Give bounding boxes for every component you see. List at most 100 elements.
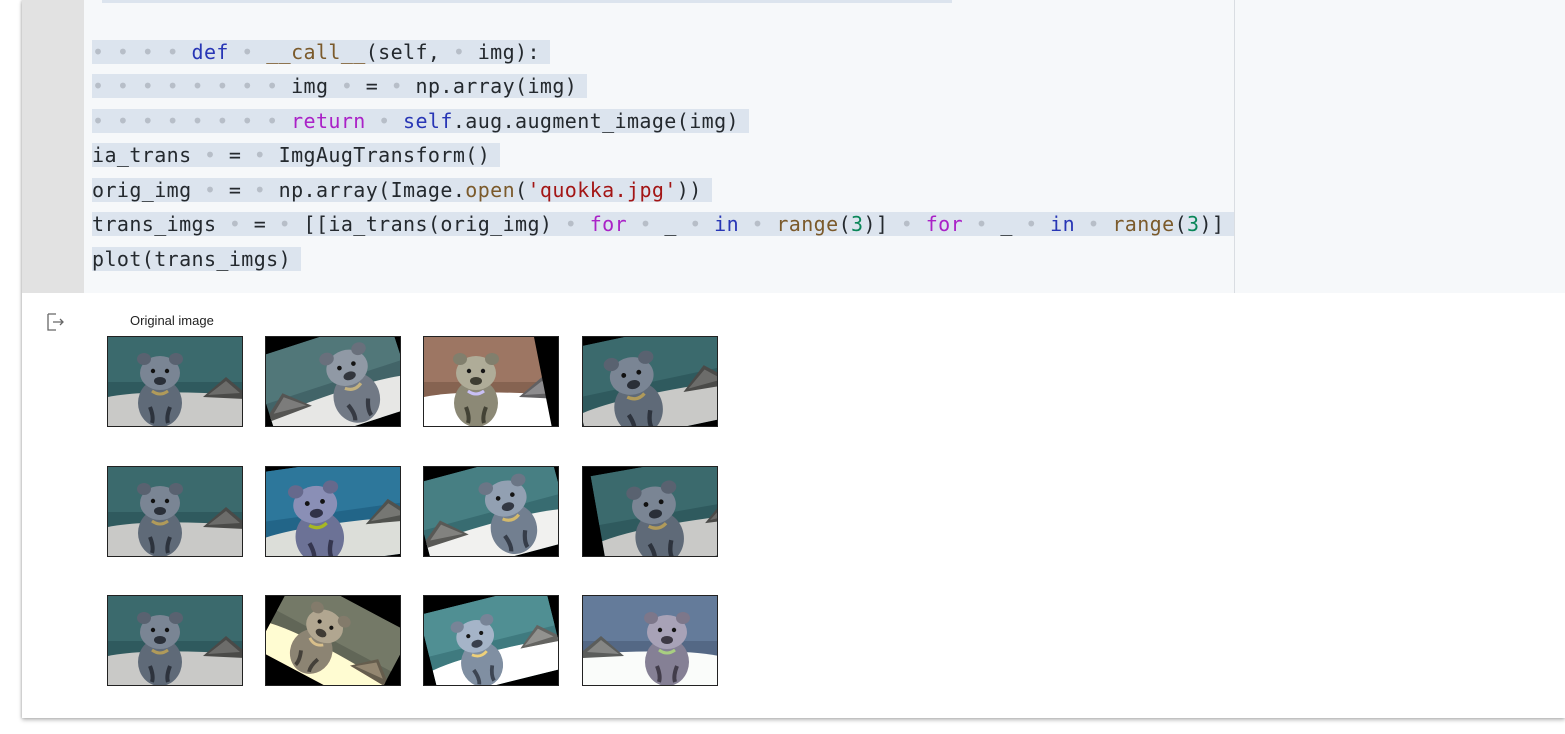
operator-assign: =	[253, 212, 267, 236]
var-orig-img: orig_img	[92, 177, 192, 202]
code-line-6: orig_img • = • np.array(Image.open('quok…	[92, 173, 1234, 208]
var-ia-trans: ia_trans	[92, 143, 192, 167]
quokka-image	[583, 337, 718, 427]
quokka-image	[424, 337, 558, 426]
paren-open: (	[515, 177, 528, 202]
paren-open: (	[1174, 212, 1188, 236]
var-underscore: _	[1000, 212, 1013, 236]
space-dot: •	[328, 74, 366, 98]
number-3: 3	[1187, 212, 1200, 236]
selection-line-6: orig_img • = • np.array(Image.open('quok…	[92, 177, 712, 202]
space-dot: •	[963, 212, 1001, 236]
thumbnail-3-3	[423, 595, 559, 686]
space-dot: •	[378, 74, 416, 98]
indent-dots: • • • • • • • •	[92, 108, 292, 133]
code-line-1	[92, 0, 1234, 35]
keyword-self: self	[403, 108, 453, 133]
thumbnail-2-1	[107, 466, 243, 557]
code-line-5: ia_trans • = • ImgAugTransform()	[92, 138, 1234, 173]
operator-assign: =	[228, 143, 242, 167]
var-img: img	[291, 74, 329, 98]
thumbnail-1-4	[582, 336, 718, 427]
thumbnail-original	[107, 336, 243, 427]
var-underscore: _	[664, 212, 677, 236]
indent-dots: • • • •	[92, 39, 192, 64]
expr-call: [[ia_trans(orig_img)	[303, 212, 553, 236]
selection-line-7: trans_imgs • = • [[ia_trans(orig_img) • …	[92, 212, 1235, 236]
quokka-image	[108, 596, 242, 685]
space-dot: •	[552, 212, 590, 236]
keyword-for: for	[925, 212, 964, 236]
keyword-in: in	[1050, 212, 1076, 236]
output-arrow-icon[interactable]	[44, 311, 66, 333]
quokka-image	[266, 596, 400, 685]
space-dot: •	[191, 177, 229, 202]
func-open: open	[465, 177, 516, 202]
selection-blank	[102, 0, 952, 3]
space-dot: •	[266, 212, 304, 236]
method-name: __call__	[266, 39, 366, 64]
func-range: range	[776, 212, 839, 236]
expr-plot: plot(trans_imgs)	[92, 246, 292, 271]
code-line-4: • • • • • • • • return • self.aug.augmen…	[92, 104, 1234, 139]
thumbnail-2-3	[423, 466, 559, 557]
paren-close: ))	[676, 177, 702, 202]
keyword-for: for	[589, 212, 628, 236]
selection-line-3: • • • • • • • • img • = • np.array(img)	[92, 74, 588, 98]
code-editor[interactable]: • • • • def • __call__(self, • img): • •…	[84, 0, 1565, 293]
expr-augment: .aug.augment_image(img)	[452, 108, 739, 133]
thumbnail-1-3	[423, 336, 559, 427]
keyword-in: in	[714, 212, 740, 236]
code-text[interactable]: • • • • def • __call__(self, • img): • •…	[92, 0, 1235, 277]
expr-np-array: np.array(img)	[415, 74, 578, 98]
expr-constructor: ImgAugTransform()	[278, 143, 491, 167]
func-range: range	[1112, 212, 1175, 236]
operator-assign: =	[228, 177, 242, 202]
selection-line-2: • • • • def • __call__(self, • img):	[92, 39, 550, 64]
number-3: 3	[851, 212, 864, 236]
code-cell[interactable]: • • • • def • __call__(self, • img): • •…	[22, 0, 1565, 718]
code-line-7: trans_imgs • = • [[ia_trans(orig_img) • …	[92, 207, 1235, 242]
paren-open: (	[838, 212, 852, 236]
string-filename: 'quokka.jpg'	[527, 177, 677, 202]
operator-assign: =	[365, 74, 379, 98]
thumbnail-2-2	[265, 466, 401, 557]
space-dot: •	[888, 212, 926, 236]
selection-line-8: plot(trans_imgs)	[92, 246, 302, 271]
quokka-image	[583, 467, 718, 557]
cell-output: Original image	[22, 293, 1565, 718]
keyword-return: return	[291, 108, 366, 133]
quokka-image	[108, 337, 242, 426]
space-dot: •	[228, 39, 267, 64]
expr-np-array: np.array(Image.	[278, 177, 466, 202]
indent-dots: • • • • • • • •	[92, 74, 292, 98]
selection-line-5: ia_trans • = • ImgAugTransform()	[92, 143, 501, 167]
param-img: img):	[477, 39, 540, 64]
quokka-image	[266, 337, 401, 427]
figure-title: Original image	[130, 313, 214, 328]
code-line-8: plot(trans_imgs)	[92, 242, 1234, 277]
space-dot: •	[1075, 212, 1113, 236]
space-dot: •	[216, 212, 254, 236]
var-trans-imgs: trans_imgs	[92, 212, 217, 236]
quokka-image	[424, 467, 559, 557]
thumbnail-3-4	[582, 595, 718, 686]
code-line-2: • • • • def • __call__(self, • img):	[92, 35, 1234, 70]
paren-close: )]	[1199, 212, 1225, 236]
cell-gutter[interactable]	[22, 0, 84, 293]
thumbnail-1-2	[265, 336, 401, 427]
thumbnail-2-4	[582, 466, 718, 557]
space-dot: •	[739, 212, 777, 236]
code-line-3: • • • • • • • • img • = • np.array(img)	[92, 69, 1234, 104]
thumbnail-3-2	[265, 595, 401, 686]
paren-close: )]	[863, 212, 889, 236]
quokka-image	[424, 596, 558, 685]
space-dot: •	[627, 212, 665, 236]
space-dot: •	[241, 177, 279, 202]
space-dot: •	[365, 108, 404, 133]
selection-line-4: • • • • • • • • return • self.aug.augmen…	[92, 108, 749, 133]
space-dot: •	[241, 143, 279, 167]
space-dot: •	[452, 39, 478, 64]
thumbnail-3-1	[107, 595, 243, 686]
quokka-image	[583, 596, 717, 685]
